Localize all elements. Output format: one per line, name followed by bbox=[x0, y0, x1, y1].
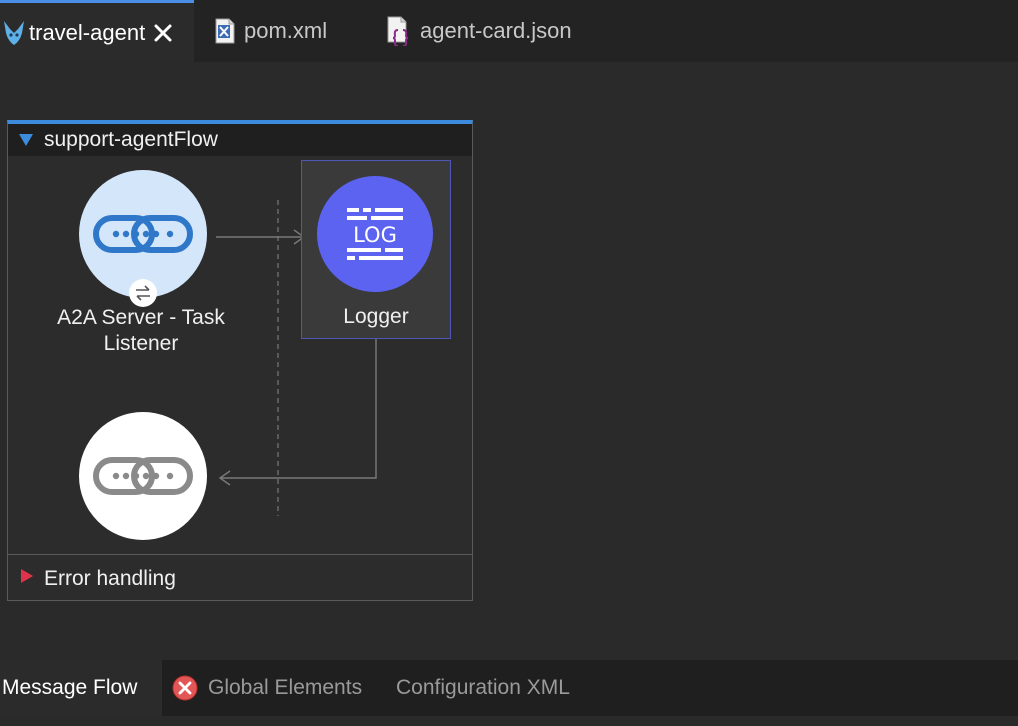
bottom-tab-bar: Message Flow Global Elements Configurati… bbox=[0, 660, 1018, 716]
tab-label: Message Flow bbox=[2, 676, 138, 699]
tab-message-flow[interactable]: Message Flow bbox=[0, 660, 162, 716]
chain-link-icon bbox=[79, 412, 207, 540]
tab-agent-card-json[interactable]: agent-card.json bbox=[385, 0, 615, 62]
tab-global-elements[interactable]: Global Elements bbox=[172, 660, 362, 716]
tab-pom-xml[interactable]: pom.xml bbox=[213, 0, 363, 62]
node-label: Logger bbox=[343, 305, 409, 328]
error-handling-label: Error handling bbox=[44, 567, 176, 590]
json-file-icon bbox=[385, 16, 411, 46]
editor-tab-bar: travel-agent pom.xml agent-card.json bbox=[0, 0, 1018, 62]
tab-travel-agent[interactable]: travel-agent bbox=[0, 0, 194, 62]
log-icon-text: LOG bbox=[353, 223, 397, 247]
flow-container[interactable]: support-agentFlow A2A Server - Task List… bbox=[7, 120, 473, 601]
node-label: A2A Server - Task Listener bbox=[57, 306, 225, 355]
tab-configuration-xml[interactable]: Configuration XML bbox=[396, 660, 570, 716]
footer-strip bbox=[0, 716, 1018, 726]
tab-label: pom.xml bbox=[244, 18, 328, 43]
expand-arrow-icon[interactable] bbox=[21, 569, 33, 583]
error-section-divider bbox=[8, 554, 472, 555]
tab-label: Configuration XML bbox=[396, 676, 570, 699]
error-icon bbox=[172, 675, 198, 701]
logger-node[interactable]: LOG Logger bbox=[301, 160, 451, 339]
tab-label: Global Elements bbox=[208, 676, 363, 699]
xml-file-icon bbox=[213, 17, 237, 45]
tab-label: travel-agent bbox=[29, 19, 146, 45]
tab-label: agent-card.json bbox=[420, 18, 572, 43]
close-icon[interactable] bbox=[153, 23, 173, 43]
exchange-arrows-icon bbox=[129, 279, 157, 307]
mule-icon bbox=[2, 18, 26, 48]
log-icon: LOG bbox=[317, 176, 433, 292]
